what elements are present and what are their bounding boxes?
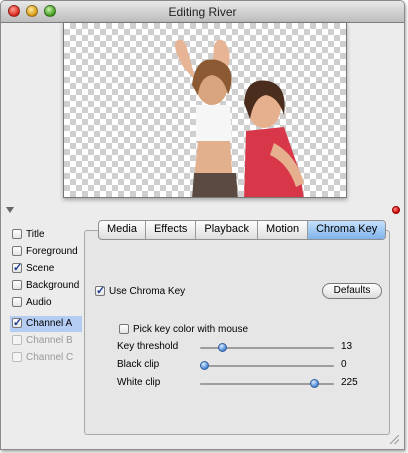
tab-motion[interactable]: Motion [258,221,309,239]
white-top [196,105,232,141]
editor-window: Editing River Title Foreground Scene Backgr… [0,0,405,450]
use-chroma-key-label: Use Chroma Key [109,286,186,297]
sidebar-checkbox[interactable] [12,229,22,239]
slider-label: Black clip [117,359,160,370]
sidebar-item-label: Channel A [26,318,73,329]
sidebar-item-label: Title [26,229,45,240]
sidebar-item-channel-b[interactable]: Channel B [10,333,82,349]
sidebar-item-label: Background [26,280,80,291]
sidebar-checkbox[interactable] [12,297,22,307]
slider-label: White clip [117,377,161,388]
sidebar-checkbox[interactable] [12,280,22,290]
defaults-button[interactable]: Defaults [322,283,382,299]
red-top [244,127,304,197]
sidebar-checkbox[interactable] [12,352,22,362]
slider-track[interactable] [200,343,334,352]
sidebar-checkbox[interactable] [12,261,22,274]
tab-chroma-key[interactable]: Chroma Key [308,221,386,239]
sidebar-checkbox[interactable] [12,246,22,256]
sidebar-item-label: Scene [26,263,55,274]
window-title: Editing River [168,5,237,19]
sidebar-item-audio[interactable]: Audio [10,295,82,311]
slider-track[interactable] [200,379,334,388]
collapse-triangle-icon[interactable] [6,207,14,213]
sidebar-item-scene[interactable]: Scene [10,261,82,277]
sidebar-checkbox[interactable] [12,316,22,329]
slider-thumb[interactable] [200,361,209,370]
video-preview[interactable] [63,22,347,198]
tab-media[interactable]: Media [99,221,146,239]
pick-key-color-checkbox[interactable] [119,324,129,334]
sidebar-item-title[interactable]: Title [10,227,82,243]
status-indicator-icon [392,206,400,214]
slider-value: 225 [341,377,358,388]
preview-image [175,39,304,197]
slider-track[interactable] [200,361,334,370]
slider-label: Key threshold [117,341,179,352]
sidebar-item-label: Foreground [26,246,78,257]
sidebar-item-channel-c[interactable]: Channel C [10,350,82,366]
sidebar-checkbox[interactable] [12,335,22,345]
slider-thumb[interactable] [310,379,319,388]
sidebar-item-channel-a[interactable]: Channel A [10,316,82,332]
resize-grip-icon[interactable] [390,435,399,444]
sidebar-item-label: Audio [26,297,52,308]
tab-playback[interactable]: Playback [196,221,259,239]
sidebar-item-label: Channel B [26,335,73,346]
sidebar-item-foreground[interactable]: Foreground [10,244,82,260]
slider-value: 0 [341,359,347,370]
tab-effects[interactable]: Effects [146,221,197,239]
sidebar-item-background[interactable]: Background [10,278,82,294]
pick-key-color-label: Pick key color with mouse [133,324,249,335]
tab-bar: Media Effects Playback Motion Chroma Key [98,220,387,240]
slider-value: 13 [341,341,353,352]
sidebar-item-label: Channel C [26,352,74,363]
use-chroma-key-checkbox[interactable] [95,284,105,297]
title-bar[interactable]: Editing River [1,1,404,23]
left-arm [175,39,196,81]
tab-panel: Use Chroma Key Pick key color with mouse [84,230,390,435]
slider-thumb[interactable] [218,343,227,352]
